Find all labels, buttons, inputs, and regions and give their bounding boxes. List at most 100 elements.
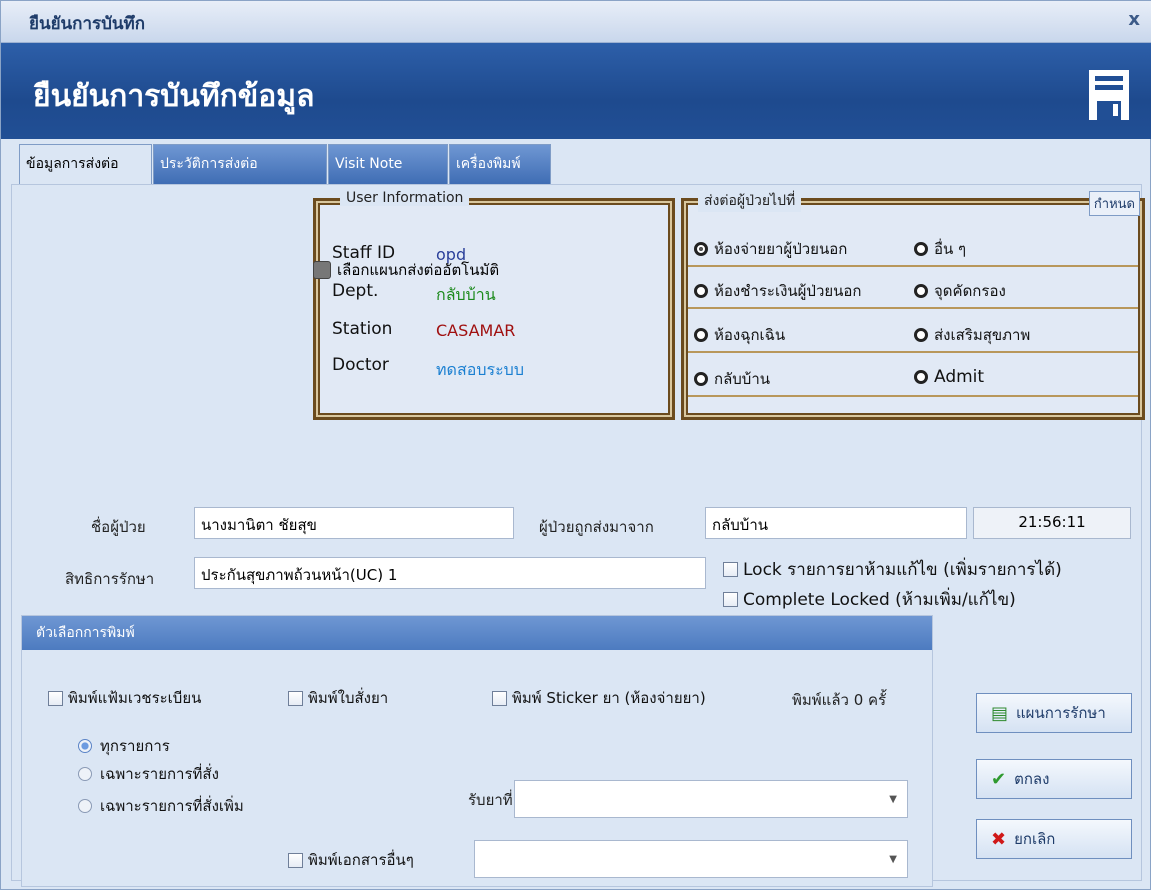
dest-option-opd-pharmacy[interactable]: ห้องจ่ายยาผู้ป่วยนอก bbox=[694, 237, 847, 261]
user-information-box: User Information Staff ID opd Dept. กลับ… bbox=[313, 190, 675, 420]
dest-option-emergency[interactable]: ห้องฉุกเฉิน bbox=[694, 323, 785, 347]
close-button[interactable]: x bbox=[1128, 9, 1140, 30]
checkbox-icon bbox=[492, 690, 507, 706]
page-title: ยืนยันการบันทึกข้อมูล bbox=[33, 79, 315, 114]
tab-referral-history[interactable]: ประวัติการส่งต่อ bbox=[153, 144, 327, 184]
divider bbox=[688, 395, 1138, 397]
dest-option-admit[interactable]: Admit bbox=[914, 367, 984, 387]
radio-icon bbox=[914, 284, 928, 298]
dest-option-label: จุดคัดกรอง bbox=[934, 282, 1006, 300]
print-medical-record-checkbox[interactable]: พิมพ์แฟ้มเวชระเบียน bbox=[48, 686, 201, 710]
print-medical-record-label: พิมพ์แฟ้มเวชระเบียน bbox=[68, 689, 202, 707]
dest-option-go-home[interactable]: กลับบ้าน bbox=[694, 367, 770, 391]
scope-label: เฉพาะรายการที่สั่งเพิ่ม bbox=[100, 797, 244, 815]
doctor-label: Doctor bbox=[332, 355, 389, 375]
station-value: CASAMAR bbox=[436, 321, 516, 340]
checkbox-icon bbox=[288, 852, 303, 868]
scope-label: เฉพาะรายการที่สั่ง bbox=[100, 765, 219, 783]
tab-visit-note[interactable]: Visit Note bbox=[328, 144, 448, 184]
tab-referral-info[interactable]: ข้อมูลการส่งต่อ bbox=[19, 144, 152, 186]
referred-from-label: ผู้ป่วยถูกส่งมาจาก bbox=[539, 518, 654, 536]
divider bbox=[688, 351, 1138, 353]
time-field: 21:56:11 bbox=[973, 507, 1131, 539]
treatment-rights-label: สิทธิการรักษา bbox=[65, 570, 155, 588]
treatment-rights-field[interactable]: ประกันสุขภาพถ้วนหน้า(UC) 1 bbox=[194, 557, 706, 589]
dest-option-label: ห้องจ่ายยาผู้ป่วยนอก bbox=[714, 240, 848, 258]
other-documents-select[interactable]: ▼ bbox=[474, 840, 908, 878]
print-prescription-checkbox[interactable]: พิมพ์ใบสั่งยา bbox=[288, 686, 388, 710]
checkbox-icon bbox=[313, 261, 331, 279]
scope-label: ทุกรายการ bbox=[100, 737, 170, 755]
dest-option-label: ส่งเสริมสุขภาพ bbox=[934, 326, 1031, 344]
title-bar: ยืนยันการบันทึก x bbox=[1, 1, 1151, 43]
print-options-header: ตัวเลือกการพิมพ์ bbox=[22, 616, 932, 650]
radio-icon bbox=[694, 284, 708, 298]
dest-option-label: ห้องชำระเงินผู้ป่วยนอก bbox=[714, 282, 862, 300]
close-icon: ✖ bbox=[991, 828, 1007, 850]
dest-option-health-promotion[interactable]: ส่งเสริมสุขภาพ bbox=[914, 323, 1030, 347]
cancel-button[interactable]: ✖ ยกเลิก bbox=[976, 819, 1132, 859]
print-sticker-checkbox[interactable]: พิมพ์ Sticker ยา (ห้องจ่ายยา) bbox=[492, 686, 706, 710]
radio-icon bbox=[914, 370, 928, 384]
dest-option-label: Admit bbox=[934, 367, 985, 387]
list-icon: ▤ bbox=[991, 702, 1009, 724]
tab-printer[interactable]: เครื่องพิมพ์ bbox=[449, 144, 551, 184]
divider bbox=[688, 265, 1138, 267]
dept-value: กลับบ้าน bbox=[436, 285, 496, 304]
station-label: Station bbox=[332, 319, 393, 339]
ok-button[interactable]: ✔ ตกลง bbox=[976, 759, 1132, 799]
radio-icon bbox=[694, 372, 708, 386]
chevron-down-icon: ▼ bbox=[889, 854, 897, 865]
print-other-documents-label: พิมพ์เอกสารอื่นๆ bbox=[308, 851, 414, 869]
auto-select-department-checkbox[interactable]: เลือกแผนกส่งต่ออัตโนมัติ bbox=[313, 258, 499, 282]
complete-locked-checkbox[interactable]: Complete Locked (ห้ามเพิ่ม/แก้ไข) bbox=[723, 586, 1016, 613]
print-sticker-label: พิมพ์ Sticker ยา (ห้องจ่ายยา) bbox=[512, 689, 706, 707]
radio-icon bbox=[78, 767, 92, 781]
doctor-value: ทดสอบระบบ bbox=[436, 360, 524, 379]
radio-icon bbox=[914, 328, 928, 342]
radio-icon bbox=[694, 242, 708, 256]
ok-label: ตกลง bbox=[1014, 770, 1050, 788]
print-options-panel: ตัวเลือกการพิมพ์ พิมพ์แฟ้มเวชระเบียน พิม… bbox=[21, 615, 933, 887]
chevron-down-icon: ▼ bbox=[889, 794, 897, 805]
dest-option-label: อื่น ๆ bbox=[934, 240, 967, 258]
confirm-save-dialog: ยืนยันการบันทึก x ยืนยันการบันทึกข้อมูล … bbox=[0, 0, 1151, 890]
destination-legend: ส่งต่อผู้ป่วยไปที่ bbox=[698, 190, 802, 212]
auto-select-label: เลือกแผนกส่งต่ออัตโนมัติ bbox=[337, 261, 500, 279]
checkbox-icon bbox=[723, 562, 738, 577]
receive-drug-at-select[interactable]: ▼ bbox=[514, 780, 908, 818]
scope-ordered-radio[interactable]: เฉพาะรายการที่สั่ง bbox=[78, 762, 219, 786]
complete-locked-label: Complete Locked (ห้ามเพิ่ม/แก้ไข) bbox=[743, 590, 1016, 610]
dest-option-other[interactable]: อื่น ๆ bbox=[914, 237, 966, 261]
print-other-documents-checkbox[interactable]: พิมพ์เอกสารอื่นๆ bbox=[288, 848, 414, 872]
checkbox-icon bbox=[288, 690, 303, 706]
scope-added-radio[interactable]: เฉพาะรายการที่สั่งเพิ่ม bbox=[78, 794, 244, 818]
set-destination-button[interactable]: กำหนด bbox=[1088, 191, 1140, 216]
destination-box: ส่งต่อผู้ป่วยไปที่ กำหนด ห้องจ่ายยาผู้ป่… bbox=[681, 190, 1145, 420]
treatment-plan-label: แผนการรักษา bbox=[1016, 704, 1106, 722]
divider bbox=[688, 307, 1138, 309]
save-disk-icon bbox=[1089, 70, 1129, 120]
cancel-label: ยกเลิก bbox=[1014, 830, 1056, 848]
print-prescription-label: พิมพ์ใบสั่งยา bbox=[308, 689, 389, 707]
lock-drug-items-checkbox[interactable]: Lock รายการยาห้ามแก้ไข (เพิ่มรายการได้) bbox=[723, 556, 1062, 583]
dest-option-screening[interactable]: จุดคัดกรอง bbox=[914, 279, 1006, 303]
dept-label: Dept. bbox=[332, 281, 379, 301]
receive-drug-at-label: รับยาที่ bbox=[468, 791, 513, 809]
scope-all-radio[interactable]: ทุกรายการ bbox=[78, 734, 170, 758]
dest-option-label: กลับบ้าน bbox=[714, 370, 770, 388]
window-title: ยืนยันการบันทึก bbox=[29, 14, 146, 34]
radio-icon bbox=[78, 739, 92, 753]
referred-from-field[interactable]: กลับบ้าน bbox=[705, 507, 967, 539]
user-information-legend: User Information bbox=[340, 190, 470, 206]
treatment-plan-button[interactable]: ▤ แผนการรักษา bbox=[976, 693, 1132, 733]
checkbox-icon bbox=[723, 592, 738, 607]
check-icon: ✔ bbox=[991, 768, 1007, 790]
patient-name-label: ชื่อผู้ป่วย bbox=[91, 518, 146, 536]
dest-option-opd-cashier[interactable]: ห้องชำระเงินผู้ป่วยนอก bbox=[694, 279, 862, 303]
checkbox-icon bbox=[48, 690, 63, 706]
header-banner: ยืนยันการบันทึกข้อมูล bbox=[1, 43, 1151, 139]
patient-name-field[interactable]: นางมานิตา ชัยสุข bbox=[194, 507, 514, 539]
radio-icon bbox=[78, 799, 92, 813]
printed-count: พิมพ์แล้ว 0 ครั้ bbox=[792, 691, 887, 709]
